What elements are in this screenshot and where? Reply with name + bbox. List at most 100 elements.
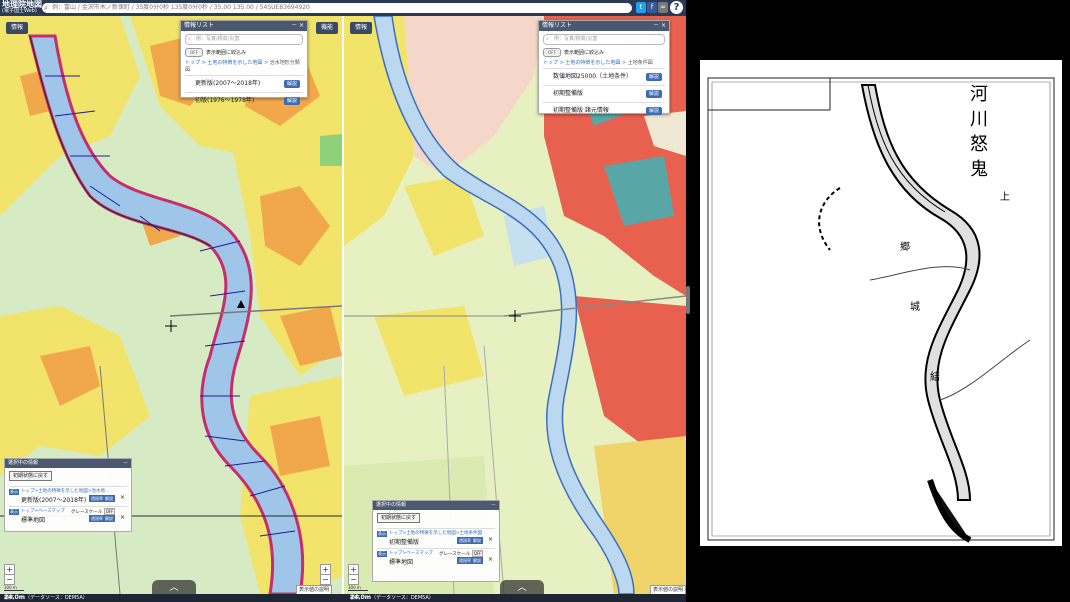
help-icon[interactable]: ? [670,1,683,14]
layer-remove-icon[interactable]: × [488,536,493,543]
list-item[interactable]: 初版(1976〜1978年) 解説 [185,92,303,109]
explain-button[interactable]: 解説 [471,537,483,544]
info-list-title: 情報リスト [184,22,215,29]
list-item-label: 初期整備版 諸元情報 [553,107,609,114]
filter-toggle[interactable]: OFF [543,48,561,57]
info-list-header: 情報リスト － × [539,21,669,31]
twitter-icon[interactable]: t [636,2,646,13]
layer-name: 標準地図 [21,517,46,524]
list-item-label: 更新版(2007〜2018年) [195,80,261,87]
minimize-button[interactable]: － [123,459,128,468]
doc-place-label: 城 [910,301,920,313]
expand-chevron-right[interactable]: ︿ [500,580,544,594]
layer-path: トップ>土地の特徴を示した地図>土地条件図 [389,531,483,536]
layer-row[interactable]: 表示 トップ>土地の特徴を示した地図>治水地... 更新版(2007〜2018年… [9,486,127,504]
layer-remove-icon[interactable]: × [120,494,125,501]
layer-visible-tag[interactable]: 表示 [377,531,387,537]
list-item-label: 初版(1976〜1978年) [195,97,255,104]
layer-path: トップ>ベースマップ [389,551,433,556]
footer-bar: 標高： 24.0m （データソース：DEM5A） 標高： 24.0m （データソース… [0,594,686,602]
explain-button[interactable]: 解説 [645,90,662,98]
doc-title-char: 怒 [970,134,988,155]
list-item[interactable]: 更新版(2007〜2018年) 解説 [185,75,303,92]
search-input[interactable]: ⌕ 例：富山 / 金沢市木ノ新保町 / 35度0分0秒 135度0分0秒 / 3… [42,3,632,13]
reset-button[interactable]: 初期状態に戻す [9,471,53,481]
zoom-out-button-right[interactable]: − [348,574,359,585]
selected-info-panel-right[interactable]: 選択中の情報 － 初期状態に戻す 表示 トップ>土地の特徴を示した地図>土地条件… [372,500,500,582]
layer-row[interactable]: 表示 トップ>土地の特徴を示した地図>土地条件図 初期整備版 透過率 解説 × [377,528,495,546]
site-logo[interactable]: 地理院地図 (電子国土Web) [2,1,42,15]
layer-row[interactable]: 表示 トップ>ベースマップ 標準地図 グレースケール OFF 透過率 解説 × [377,548,495,566]
info-list-panel-left[interactable]: 情報リスト － × ⌕ 例：写真/標高/災害 OFF 表示範囲に絞込み トップ … [180,20,308,105]
elevation-label: 標高： [350,595,366,601]
breadcrumb-top[interactable]: トップ [185,60,200,66]
facebook-icon[interactable]: f [647,2,657,13]
selected-info-header: 選択中の情報 － [373,501,499,510]
layer-row[interactable]: 表示 トップ>ベースマップ 標準地図 グレースケール OFF 透過率 解説 × [9,506,127,524]
explain-button[interactable]: 解説 [283,80,300,88]
breadcrumb: トップ > 土地の特徴を示した地図 > 土地条件図 [543,60,653,66]
elevation-source: （データソース：DEM5A） [371,595,434,601]
grayscale-toggle[interactable]: OFF [471,550,484,557]
doc-place-label: 上 [1000,191,1010,203]
list-item[interactable]: 初期整備版 諸元情報 解説 [543,102,665,119]
zoom-out-button-left-map-right[interactable]: − [320,574,331,585]
explain-button[interactable]: 解説 [645,73,662,81]
info-search-input[interactable]: ⌕ 例：写真/標高/災害 [185,34,303,45]
search-icon: ⌕ [188,36,191,42]
layer-remove-icon[interactable]: × [488,556,493,563]
selected-info-panel-left[interactable]: 選択中の情報 － 初期状態に戻す 表示 トップ>土地の特徴を示した地図>治水地.… [4,458,132,532]
layer-remove-icon[interactable]: × [120,514,125,521]
scale-bar-left: 300 m [4,585,24,591]
filter-row: OFF 表示範囲に絞込み [185,48,303,57]
search-placeholder: 例：富山 / 金沢市木ノ新保町 / 35度0分0秒 135度0分0秒 / 35.… [52,4,310,11]
explain-button[interactable]: 解説 [103,515,115,522]
filter-toggle[interactable]: OFF [185,48,203,57]
expand-chevron-left[interactable]: ︿ [152,580,196,594]
doc-title-char: 鬼 [970,159,988,180]
logo-subtitle: (電子国土Web) [2,8,37,14]
zoom-out-button-left[interactable]: − [4,574,15,585]
layer-visible-tag[interactable]: 表示 [9,509,19,515]
filter-label: 表示範囲に絞込み [564,50,605,56]
link-icon[interactable]: ∞ [658,2,668,13]
reset-button[interactable]: 初期状態に戻す [377,513,421,523]
layer-visible-tag[interactable]: 表示 [9,489,19,495]
info-search-placeholder: 例：写真/標高/災害 [554,36,598,42]
explain-button[interactable]: 解説 [103,495,115,502]
doc-place-label: 結 [930,370,940,383]
side-panel-handle[interactable] [686,286,690,314]
layer-name: 更新版(2007〜2018年) [21,497,87,504]
explain-button[interactable]: 解説 [471,557,483,564]
breadcrumb-top[interactable]: トップ [543,60,558,66]
elevation-readout-right: 標高： 24.0m （データソース：DEM5A） [350,594,434,602]
selected-info-title: 選択中の情報 [376,502,407,508]
explain-button[interactable]: 解説 [283,97,300,105]
breadcrumb-mid[interactable]: 土地の特徴を示した地図 [207,60,262,66]
info-button-left[interactable]: 情報 [6,22,29,34]
minimize-button[interactable]: － [491,501,496,510]
panel-controls[interactable]: － × [653,21,666,31]
info-list-panel-right[interactable]: 情報リスト － × ⌕ 例：写真/標高/災害 OFF 表示範囲に絞込み トップ … [538,20,670,115]
breadcrumb-current: 土地条件図 [627,60,653,66]
info-list-header: 情報リスト － × [181,21,307,31]
breadcrumb-mid[interactable]: 土地の特徴を示した地図 [565,60,620,66]
info-button-right[interactable]: 情報 [350,22,373,34]
search-icon: ⌕ [44,4,48,12]
info-search-input[interactable]: ⌕ 例：写真/標高/災害 [543,34,665,45]
grayscale-toggle[interactable]: OFF [103,508,116,515]
search-icon: ⌕ [546,36,549,42]
doc-title-char: 川 [970,109,988,130]
top-bar: 地理院地図 (電子国土Web) ⌕ 例：富山 / 金沢市木ノ新保町 / 35度0… [0,0,686,16]
selected-info-title: 選択中の情報 [8,460,39,466]
elevation-label: 標高： [4,595,20,601]
explain-button[interactable]: 解説 [645,107,662,115]
function-button-left[interactable]: 機能 [316,22,339,34]
filter-row: OFF 表示範囲に絞込み [543,48,665,57]
panel-controls[interactable]: － × [291,21,304,31]
list-item[interactable]: 初期整備版 解説 [543,85,665,102]
layer-visible-tag[interactable]: 表示 [377,551,387,557]
list-item[interactable]: 数値地図25000（土地条件） 解説 [543,68,665,85]
info-search-placeholder: 例：写真/標高/災害 [196,36,240,42]
doc-title-char: 河 [970,84,988,105]
